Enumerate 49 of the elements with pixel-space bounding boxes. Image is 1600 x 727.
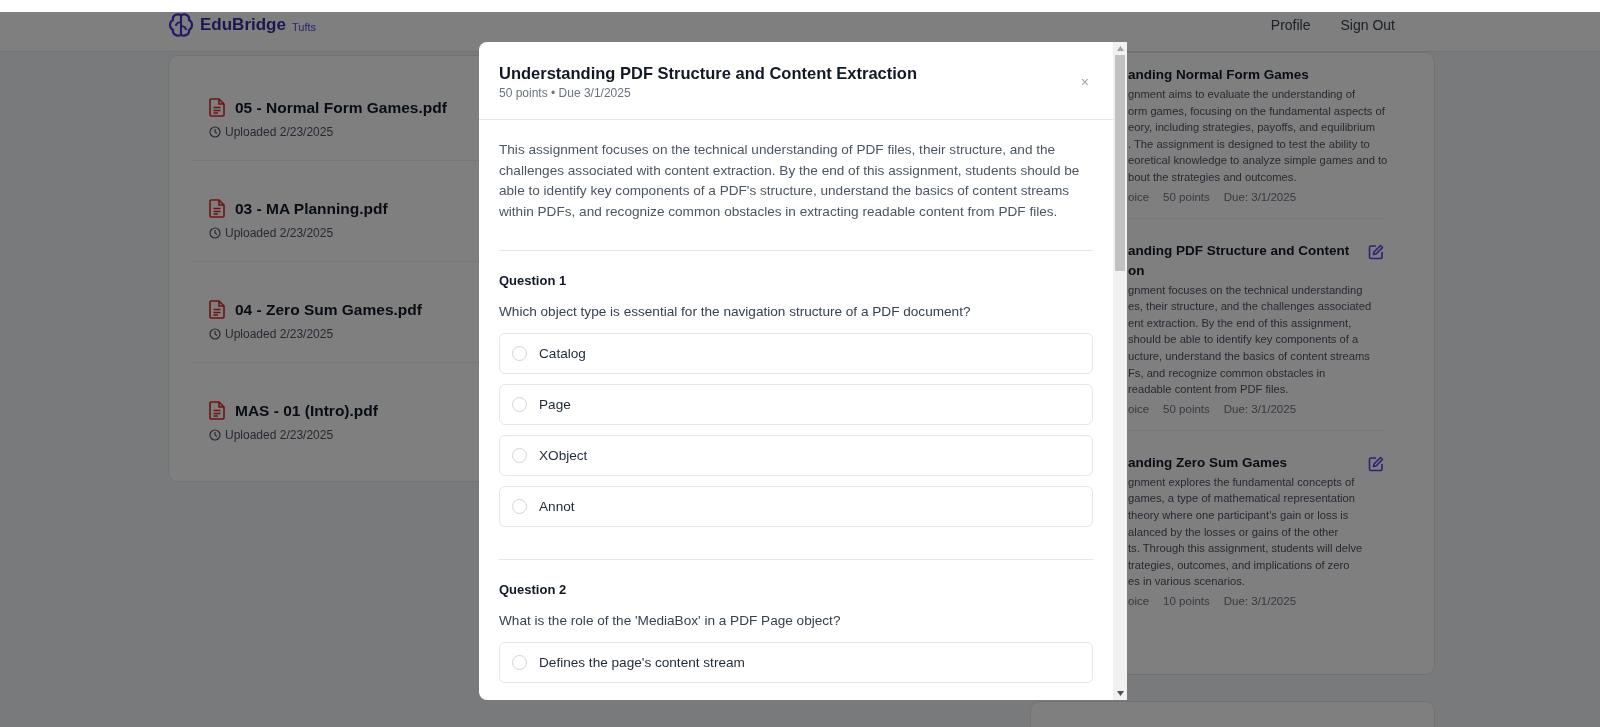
assignment-description: trategies, outcomes, and implications of zero [1128, 557, 1350, 573]
assignment-meta: 50 points [1163, 402, 1210, 415]
assignment-title: on [1128, 261, 1145, 280]
question-text: Which object type is essential for the navigation structure of a PDF document? [499, 304, 972, 319]
assignment-meta: Due: 3/1/2025 [1223, 190, 1297, 203]
assignment-description: Fs, and recognize common obstacles in [1128, 365, 1326, 381]
assignment-title: anding Zero Sum Games [1128, 453, 1288, 472]
assignment-description: es, their structure, and the challenges associated [1128, 299, 1372, 315]
assignment-description: gnment explores the fundamental concepts of [1128, 474, 1355, 490]
dialog-title: Understanding PDF Structure and Content Extraction [499, 64, 918, 83]
assignment-description: gnment aims to evaluate the understanding of [1128, 87, 1355, 102]
upload-date: Uploaded 2/23/2025 [225, 226, 334, 240]
assignment-meta: oice [1128, 402, 1150, 415]
assignment-description: ent extraction. By the end of this assignment, [1128, 315, 1352, 331]
upload-date: Uploaded 2/23/2025 [225, 125, 334, 139]
assignment-description: eoretical knowledge to analyze simple games and to [1128, 153, 1388, 169]
assignment-title: anding Normal Form Games [1128, 66, 1309, 84]
assignment-description: alanced by the losses or gains of the other [1128, 524, 1339, 540]
assignment-meta: 10 points [1163, 594, 1210, 607]
logo-subtext: Tufts [291, 20, 316, 33]
assignment-description: gnment focuses on the technical understanding [1128, 282, 1363, 298]
question-label: Question 2 [499, 582, 568, 597]
question-label: Question 1 [499, 273, 568, 288]
assignment-description: This assignment focuses on the technical understanding of PDF files, their structure, and the challenges associated with content extraction. By the end of this assignment, students should be able to identify key components of a PDF's structure, understand the basics of content streams within PDFs, and recognize common obstacles in extracting readable content from PDF files. [499, 120, 1093, 251]
upload-date: Uploaded 2/23/2025 [225, 327, 334, 341]
assignment-description: es in various scenarios. [1128, 574, 1245, 590]
file-name: 05 - Normal Form Games.pdf [235, 98, 447, 117]
assignment-description: ucture, understand the basics of content streams [1128, 348, 1370, 364]
assignment-description: readable content from PDF files. [1128, 382, 1289, 398]
upload-date: Uploaded 2/23/2025 [225, 428, 334, 442]
assignment-description: bout the strategies and outcomes. [1128, 169, 1297, 185]
assignment-description: eory, including strategies, payoffs, and equilibrium [1128, 120, 1376, 136]
file-name: 03 - MA Planning.pdf [235, 199, 388, 218]
assignment-description: . The assignment is designed to test the ability to [1128, 136, 1370, 152]
assignment-description: ts. Through this assignment, students will delve [1128, 541, 1363, 557]
assignment-meta: oice [1128, 190, 1150, 203]
assignment-meta: Due: 3/1/2025 [1223, 402, 1297, 415]
assignment-description: orm games, focusing on the fundamental aspects of [1128, 103, 1385, 119]
assignment-description: should be able to identify key components of a [1128, 332, 1359, 348]
question-text: What is the role of the 'MediaBox' in a PDF Page object? [499, 613, 842, 628]
file-name: MAS - 01 (Intro).pdf [235, 401, 378, 420]
dialog-subtitle: 50 points • Due 3/1/2025 [499, 86, 632, 100]
assignment-meta: Due: 3/1/2025 [1223, 594, 1297, 607]
assignment-description: theory where one participant's gain or loss is [1128, 507, 1349, 523]
assignment-meta: oice [1128, 594, 1150, 607]
file-name: 04 - Zero Sum Games.pdf [235, 300, 422, 319]
assignment-title: anding PDF Structure and Content [1128, 241, 1350, 260]
assignment-meta: 50 points [1163, 190, 1210, 203]
assignment-description: games, a type of mathematical representation [1128, 491, 1355, 507]
